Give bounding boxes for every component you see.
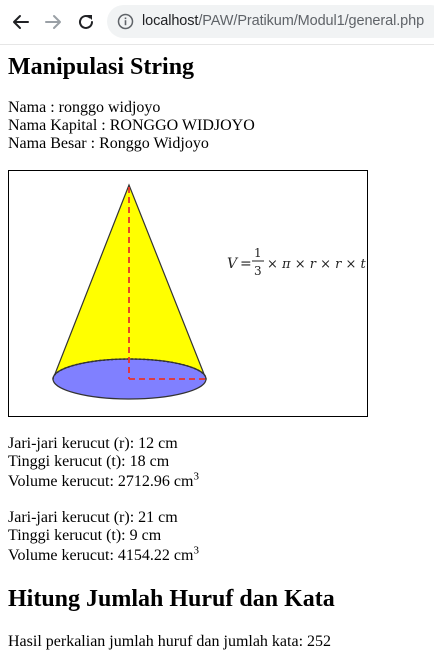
address-bar[interactable]: localhost/PAW/Pratikum/Modul1/general.ph… <box>107 5 434 38</box>
info-icon[interactable] <box>117 13 134 30</box>
nama-kapital-line: Nama Kapital : RONGGO WIDJOYO <box>8 117 255 134</box>
url-host: localhost <box>142 13 199 29</box>
reload-icon <box>79 14 93 29</box>
formula-numerator: 1 <box>254 246 262 260</box>
kerucut2-volume: Volume kerucut: 4154.22 cm3 <box>8 544 199 565</box>
browser-toolbar: localhost/PAW/Pratikum/Modul1/general.ph… <box>0 0 434 45</box>
formula-v: V <box>227 256 239 272</box>
cone-image: V = 1 3 × π × r × r × t <box>8 170 368 417</box>
kerucut1-jari: Jari-jari kerucut (r): 12 cm <box>8 435 178 452</box>
arrow-right-icon <box>45 15 61 29</box>
hasil-line: Hasil perkalian jumlah huruf dan jumlah … <box>8 633 332 650</box>
kerucut2-volume-text: Volume kerucut: 4154.22 cm <box>8 547 194 564</box>
formula-denominator: 3 <box>254 264 262 278</box>
formula-rest: × π × r × r × t <box>267 257 366 272</box>
kerucut2-tinggi: Tinggi kerucut (t): 9 cm <box>8 527 162 544</box>
cone-illustration: V = 1 3 × π × r × r × t <box>52 183 366 400</box>
formula-equals: = <box>240 256 252 272</box>
heading-manipulasi-string: Manipulasi String <box>8 54 195 80</box>
nama-line: Nama : ronggo widjoyo <box>8 99 161 116</box>
volume-formula: V = 1 3 × π × r × r × t <box>227 246 366 278</box>
kerucut1-tinggi: Tinggi kerucut (t): 18 cm <box>8 453 170 470</box>
kerucut1-volume-text: Volume kerucut: 2712.96 cm <box>8 473 194 490</box>
kerucut1-unit-sup: 3 <box>193 470 199 483</box>
reload-button[interactable] <box>75 11 97 33</box>
forward-button[interactable] <box>42 11 64 33</box>
heading-hitung-huruf-kata: Hitung Jumlah Huruf dan Kata <box>8 586 335 612</box>
arrow-left-icon <box>13 15 29 29</box>
kerucut2-jari: Jari-jari kerucut (r): 21 cm <box>8 509 178 526</box>
kerucut1-volume: Volume kerucut: 2712.96 cm3 <box>8 470 199 491</box>
kerucut2-unit-sup: 3 <box>193 544 199 557</box>
url-text[interactable]: localhost/PAW/Pratikum/Modul1/general.ph… <box>142 13 424 29</box>
nama-besar-line: Nama Besar : Ronggo Widjoyo <box>8 135 209 152</box>
url-path: /PAW/Pratikum/Modul1/general.php <box>198 13 425 29</box>
back-button[interactable] <box>10 11 32 33</box>
